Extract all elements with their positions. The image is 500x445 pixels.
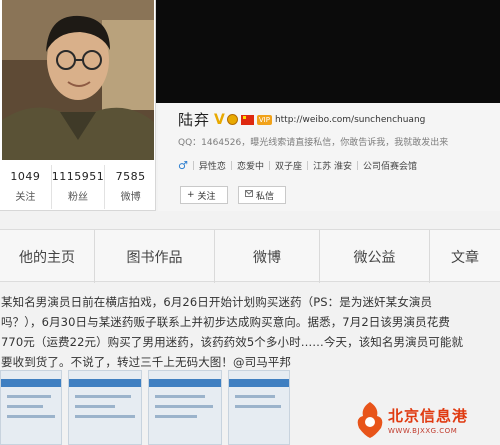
watermark-emblem-icon [355, 400, 385, 440]
mail-icon [245, 190, 253, 200]
post-line: 770元（运费22元）购买了男用迷药，该药药效5个多小时……今天，该知名男演员可… [1, 335, 464, 349]
divider: | [191, 160, 195, 171]
name-row: 陆弃 V VIP http://weibo.com/sunchenchuang [178, 109, 425, 130]
divider: | [268, 160, 272, 171]
divider: | [229, 160, 233, 171]
stat-fans-label: 粉丝 [68, 192, 88, 203]
stat-fans-count: 1115951 [51, 170, 105, 183]
avatar-photo [2, 0, 154, 160]
post-line: 某知名男演员日前在横店拍戏，6月26日开始计划购买迷药（PS：是为迷奸某女演员 [1, 295, 433, 309]
stat-posts-count: 7585 [115, 170, 146, 183]
china-flag-icon [240, 114, 254, 125]
plus-icon: + [187, 190, 195, 200]
stat-fans[interactable]: 1115951 粉丝 [52, 165, 106, 209]
tag-row: ♂ | 异性恋 | 恋爱中 | 双子座 | 江苏 淮安 | 公司佰赛会馆 [178, 159, 417, 172]
profile-url-link[interactable]: http://weibo.com/sunchenchuang [275, 115, 425, 125]
tab-home[interactable]: 他的主页 [0, 230, 95, 283]
profile-name: 陆弃 [178, 111, 211, 129]
watermark-name: 北京信息港 [388, 407, 469, 425]
mention-link[interactable]: @司马平邦 [233, 355, 291, 369]
post-image[interactable] [0, 370, 62, 445]
divider: | [306, 160, 310, 171]
tag-location[interactable]: 江苏 淮安 [313, 159, 352, 172]
medal-icon[interactable] [226, 114, 238, 125]
weibo-post: 某知名男演员日前在横店拍戏，6月26日开始计划购买迷药（PS：是为迷奸某女演员 … [0, 292, 500, 372]
watermark-url: WWW.BJXXG.COM [388, 427, 458, 435]
post-image[interactable] [148, 370, 222, 445]
tab-books[interactable]: 图书作品 [95, 230, 215, 283]
stats-bar: 1049 关注 1115951 粉丝 7585 微博 [0, 165, 156, 209]
message-button[interactable]: 私信 [238, 186, 286, 204]
vip-badge[interactable]: VIP [256, 114, 272, 125]
stat-following-label: 关注 [15, 192, 36, 203]
tab-weibo[interactable]: 微博 [215, 230, 320, 283]
post-images [0, 370, 300, 445]
male-icon: ♂ [178, 159, 188, 172]
message-button-label: 私信 [256, 191, 275, 202]
follow-button-label: 关注 [197, 191, 216, 202]
stat-posts[interactable]: 7585 微博 [105, 165, 156, 209]
stat-following[interactable]: 1049 关注 [0, 165, 52, 209]
post-line: 吗？），6月30日与某迷药贩子联系上并初步达成购买意向。据悉，7月2日该男演员花… [1, 315, 450, 329]
follow-button[interactable]: + 关注 [180, 186, 228, 204]
tab-charity[interactable]: 微公益 [320, 230, 430, 283]
post-image[interactable] [68, 370, 142, 445]
post-line-text: 要收到货了。不说了，转过三千上无码大图！ [1, 355, 233, 369]
watermark-logo: 北京信息港 WWW.BJXXG.COM [355, 395, 500, 445]
avatar[interactable] [2, 0, 154, 160]
tag-relationship[interactable]: 恋爱中 [237, 159, 264, 172]
post-line: 要收到货了。不说了，转过三千上无码大图！@司马平邦 [1, 352, 500, 372]
tag-company[interactable]: 公司佰赛会馆 [363, 159, 417, 172]
tab-articles[interactable]: 文章 [430, 230, 500, 283]
bio-text: QQ：1464526，曝光线索请直接私信，你敢告诉我，我就敢发出来 [178, 138, 449, 148]
profile-card: 1049 关注 1115951 粉丝 7585 微博 [0, 0, 156, 211]
divider: | [355, 160, 360, 171]
profile-tabs: 他的主页 图书作品 微博 微公益 文章 [0, 229, 500, 283]
verified-icon[interactable]: V [214, 112, 225, 128]
stat-posts-label: 微博 [120, 192, 141, 203]
post-image[interactable] [228, 370, 290, 445]
tag-zodiac[interactable]: 双子座 [275, 159, 302, 172]
profile-info: 陆弃 V VIP http://weibo.com/sunchenchuang … [158, 103, 500, 211]
tag-orientation[interactable]: 异性恋 [199, 159, 226, 172]
stat-following-count: 1049 [10, 170, 41, 183]
